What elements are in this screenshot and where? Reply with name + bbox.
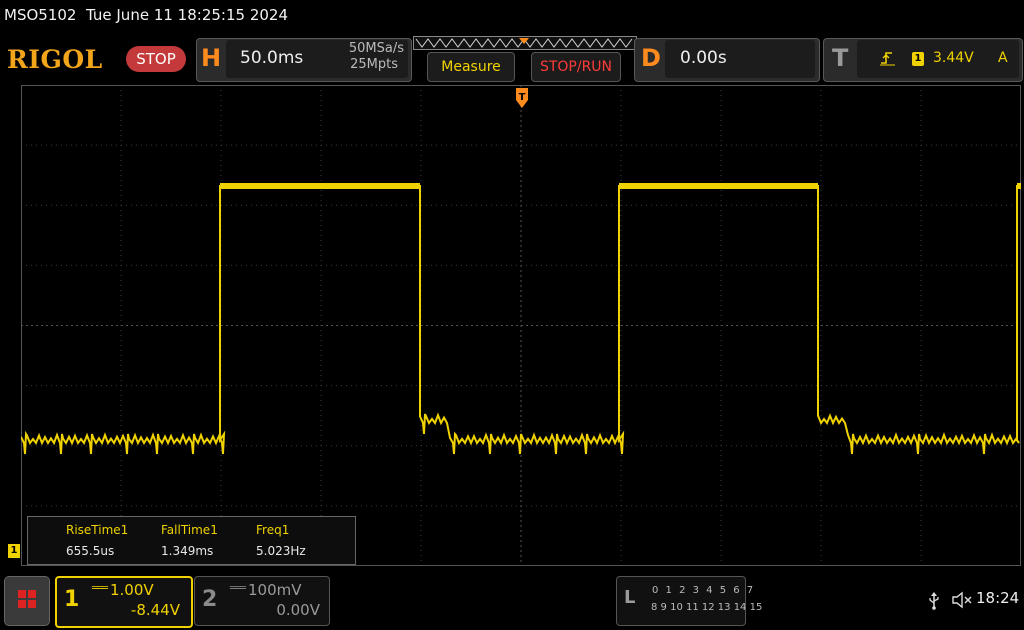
memory-depth: 25Mpts [350,57,398,72]
usb-icon [929,592,939,610]
ch1-number: 1 [64,587,80,612]
status-text: MSO5102 Tue June 11 18:25:15 2024 [4,6,288,24]
measure-button[interactable]: Measure [427,52,515,82]
ch2-number: 2 [202,587,218,612]
ch2-offset: 0.00V [276,601,320,619]
trigger-source-badge: 1 [912,52,924,66]
delay-letter: D [641,44,661,72]
measurement-label: Freq1 [256,523,290,537]
measurement-value: 5.023Hz [256,544,306,558]
model-name: MSO5102 [4,6,77,24]
ch2-scale: 100mV [248,581,302,599]
sample-rate: 50MSa/s [348,41,404,56]
trigger-level: 3.44V [933,50,974,66]
delay-value: 0.00s [680,48,727,68]
trigger-letter: T [832,44,849,72]
date-time: Tue June 11 18:25:15 2024 [86,6,288,24]
ch1-trace-line [21,185,1021,455]
stop-run-button[interactable]: STOP/RUN [531,52,621,82]
ch1-high-level-segment [220,183,420,189]
trigger-position-marker[interactable]: T [515,86,529,110]
logic-analyzer-letter: L [624,587,636,608]
main-menu-button[interactable] [4,576,50,626]
la-channels-row2: 8 9 10 11 12 13 14 15 [651,602,763,613]
svg-text:T: T [519,92,526,103]
timebase-value: 50.0ms [240,48,304,68]
run-state-badge[interactable]: STOP [126,46,186,72]
ch1-high-level-segment [619,183,818,189]
trigger-mode: A [998,50,1008,66]
measurement-label: RiseTime1 [66,523,129,537]
horizontal-letter: H [201,44,222,72]
rising-edge-icon [880,52,895,66]
measurement-value: 655.5us [66,544,115,558]
dc-coupling-icon: ═══ [230,583,246,594]
measurement-value: 1.349ms [161,544,214,558]
la-channels-row1: 0 1 2 3 4 5 6 7 [652,585,755,596]
logic-analyzer-panel[interactable] [616,576,746,626]
ch1-ground-marker[interactable]: 1 [8,544,20,558]
measurement-label: FallTime1 [161,523,218,537]
ch1-scale: 1.00V [110,581,154,599]
mute-icon[interactable] [951,591,973,609]
dc-coupling-icon: ═══ [92,583,108,594]
trigger-position-top-marker [519,38,529,44]
system-clock: 18:24 [976,589,1020,607]
ch1-high-level-segment [1017,183,1021,189]
ch1-offset: -8.44V [130,601,180,619]
rigol-logo: RIGOL [7,45,103,74]
ch1-waveform-trace [21,183,1021,455]
